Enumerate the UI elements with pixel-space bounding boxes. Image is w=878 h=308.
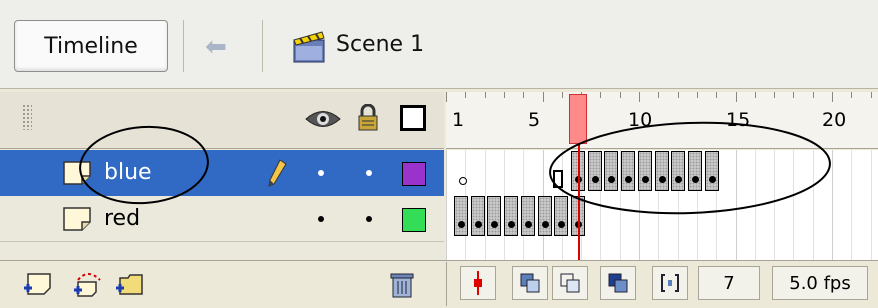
insert-folder-icon[interactable] <box>114 268 146 300</box>
center-frame-icon <box>474 271 482 295</box>
annotation-circle-left <box>79 125 209 205</box>
insert-layer-icon[interactable] <box>22 268 54 300</box>
onion-skin-icon <box>520 273 540 293</box>
onion-skin-outlines-button[interactable] <box>552 266 588 300</box>
edit-multiple-frames-icon <box>608 273 628 293</box>
onion-markers-icon <box>661 274 679 292</box>
delete-layer-trash-icon[interactable] <box>386 268 418 300</box>
modify-onion-markers-button[interactable] <box>652 266 688 300</box>
onion-skin-outlines-icon <box>560 273 580 293</box>
edit-multiple-frames-button[interactable] <box>600 266 636 300</box>
onion-skin-button[interactable] <box>512 266 548 300</box>
bottom-divider <box>446 262 447 306</box>
frame-rate-field[interactable]: 5.0 fps <box>772 266 868 300</box>
add-motion-guide-icon[interactable] <box>72 268 104 300</box>
current-frame-field[interactable]: 7 <box>698 266 760 300</box>
center-frame-button[interactable] <box>460 266 496 300</box>
annotation-circle-right <box>549 121 831 215</box>
